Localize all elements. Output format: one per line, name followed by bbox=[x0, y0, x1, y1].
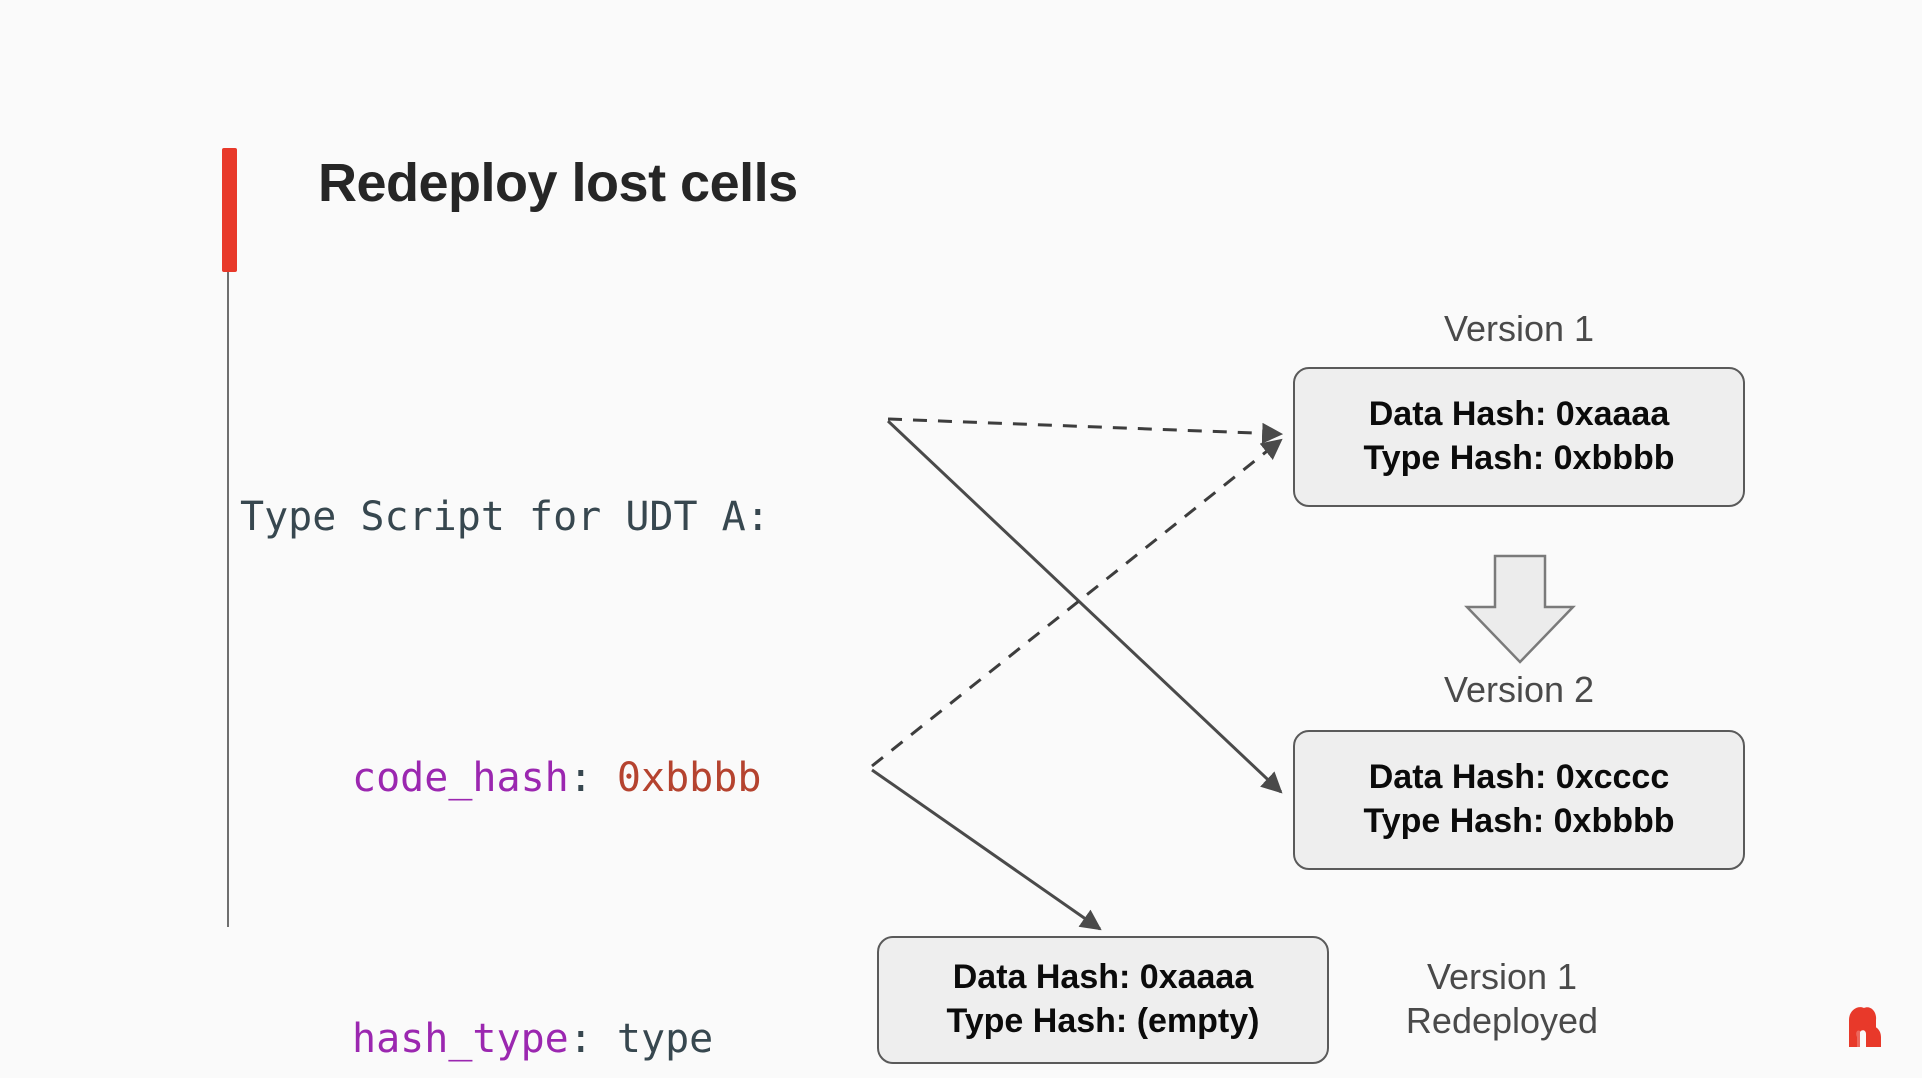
code-separator: : bbox=[568, 1016, 617, 1062]
version-2-type-hash: Type Hash: 0xbbbb bbox=[1363, 802, 1675, 840]
code-key: hash_type bbox=[352, 1016, 569, 1062]
nervos-gorilla-logo-icon bbox=[1849, 1007, 1881, 1047]
version-1-box: Data Hash: 0xaaaa Type Hash: 0xbbbb bbox=[1293, 367, 1745, 507]
redeployed-label-line-1: Version 1 bbox=[1426, 956, 1578, 997]
version-1-type-hash: Type Hash: 0xbbbb bbox=[1363, 439, 1675, 477]
slide-canvas: Redeploy lost cells Type Script for UDT … bbox=[0, 0, 1922, 1078]
redeployed-box: Data Hash: 0xaaaa Type Hash: (empty) bbox=[877, 936, 1329, 1064]
code-heading-udt-a: Type Script for UDT A: bbox=[240, 494, 770, 540]
connector-b-to-redeployed bbox=[871, 768, 1102, 931]
connector-a-to-v1 bbox=[887, 417, 1284, 444]
version-2-box: Data Hash: 0xcccc Type Hash: 0xbbbb bbox=[1293, 730, 1745, 870]
version-2-label: Version 2 bbox=[1443, 669, 1595, 710]
code-value: type bbox=[616, 1016, 714, 1062]
redeployed-label-line-2: Redeployed bbox=[1405, 999, 1599, 1041]
redeployed-type-hash: Type Hash: (empty) bbox=[946, 1002, 1260, 1040]
redeployed-label: Version 1 Redeployed bbox=[1352, 955, 1652, 1043]
version-1-data-hash: Data Hash: 0xaaaa bbox=[1368, 395, 1670, 434]
code-field-a-code-hash: code_hash: 0xbbbb bbox=[240, 735, 770, 822]
version-1-label: Version 1 bbox=[1443, 308, 1595, 349]
code-separator: : bbox=[568, 755, 617, 801]
page-title: Redeploy lost cells bbox=[318, 153, 798, 213]
version-2-data-hash: Data Hash: 0xcccc bbox=[1368, 758, 1670, 797]
title-accent-bar bbox=[222, 148, 237, 272]
connector-a-to-v2 bbox=[886, 419, 1283, 794]
code-block: Type Script for UDT A: code_hash: 0xbbbb… bbox=[240, 300, 770, 1078]
redeployed-data-hash: Data Hash: 0xaaaa bbox=[952, 958, 1254, 997]
upgrade-block-arrow-icon bbox=[1464, 554, 1576, 664]
code-key: code_hash bbox=[352, 755, 569, 801]
connector-b-to-v1 bbox=[871, 438, 1283, 768]
code-field-a-hash-type: hash_type: type bbox=[240, 996, 770, 1078]
content-accent-line bbox=[227, 272, 229, 927]
code-value: 0xbbbb bbox=[616, 755, 762, 801]
